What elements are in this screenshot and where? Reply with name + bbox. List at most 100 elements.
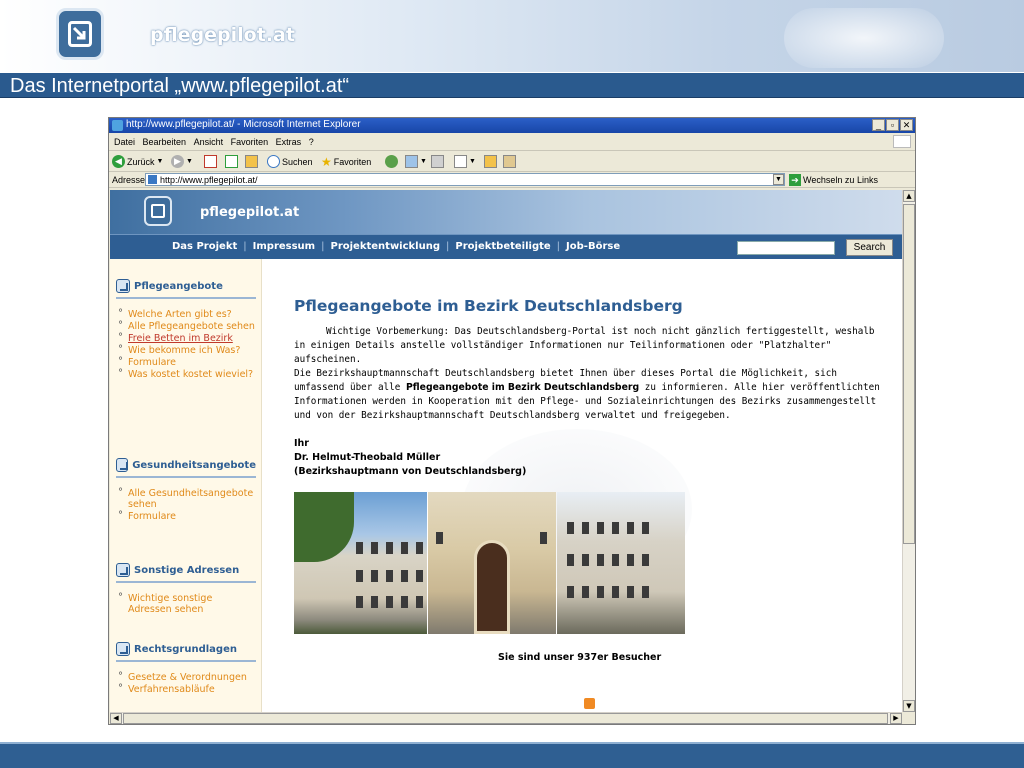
browser-window: http://www.pflegepilot.at/ - Microsoft I… [108,117,916,725]
site-header: pflegepilot.at [110,190,902,234]
window-titlebar[interactable]: http://www.pflegepilot.at/ - Microsoft I… [109,118,915,133]
site-nav: Das Projekt | Impressum | Projektentwick… [110,234,902,259]
menu-favoriten[interactable]: Favoriten [231,137,269,147]
minimize-button[interactable]: _ [872,119,885,131]
favorites-button[interactable]: ★ Favoriten [321,154,371,169]
nav-job-boerse[interactable]: Job-Börse [566,241,620,252]
history-icon [385,155,398,168]
search-button[interactable]: Suchen [267,154,313,169]
site-search-input[interactable] [737,241,835,255]
horizontal-scrollbar[interactable]: ◀ ▶ [110,712,902,724]
nav-impressum[interactable]: Impressum [253,241,315,252]
banner-brand: pflegepilot.at [150,24,295,46]
home-button[interactable] [245,154,258,169]
back-arrow-icon: ◀ [112,155,125,168]
messenger-button[interactable] [503,154,516,169]
scroll-up-icon[interactable]: ▲ [903,190,915,202]
site-search-button[interactable]: Search [846,239,893,256]
slide-titlebar: Das Internetportal „www.pflegepilot.at“ [0,72,1024,98]
links-button[interactable]: Links [857,175,878,185]
arrow-box-icon [116,458,129,472]
sidebar-section-gesundheitsangebote: Gesundheitsangebote Alle Gesundheitsange… [116,458,256,523]
sidebar-item[interactable]: Formulare [116,356,256,368]
back-button[interactable]: ◀ Zurück ▼ [112,154,163,169]
address-label: Adresse [112,175,146,185]
go-arrow-icon: ➔ [789,174,801,186]
print-button[interactable] [431,154,444,169]
sidebar-item[interactable]: Gesetze & Verordnungen [116,671,256,683]
forward-arrow-icon: ▶ [171,155,184,168]
scroll-down-icon[interactable]: ▼ [903,700,915,712]
scroll-left-icon[interactable]: ◀ [110,713,122,724]
sidebar-item-active[interactable]: Freie Betten im Bezirk [116,332,256,344]
door-shape [473,540,510,634]
page-title: Pflegeangebote im Bezirk Deutschlandsber… [294,297,683,315]
edit-button[interactable]: ▼ [454,154,476,169]
sidebar-item[interactable]: Alle Gesundheitsangebote sehen [116,487,256,510]
refresh-button[interactable] [225,154,238,169]
address-dropdown-icon[interactable]: ▼ [773,174,784,185]
scroll-thumb[interactable] [903,204,915,544]
menu-extras[interactable]: Extras [276,137,302,147]
h-scroll-thumb[interactable] [123,713,888,724]
windows-flag-icon [893,135,911,148]
menu-bearbeiten[interactable]: Bearbeiten [143,137,187,147]
building-photo [294,492,685,634]
sidebar-section-sonstige-adressen: Sonstige Adressen Wichtige sonstige Adre… [116,563,256,616]
info-bold-text: Pflegeangebote im Bezirk Deutschlandsber… [405,382,640,393]
rss-icon[interactable] [584,698,595,709]
intro-paragraph: Wichtige Vorbemerkung: Das Deutschlandsb… [294,326,875,365]
photo-panel-right [557,492,685,634]
history-button[interactable] [385,154,398,169]
mail-button[interactable]: ▼ [405,154,427,169]
sidebar-item[interactable]: Wie bekomme ich Was? [116,344,256,356]
visitor-counter: Sie sind unser 937er Besucher [498,652,662,663]
photo-panel-left [294,492,427,634]
sidebar-heading[interactable]: Sonstige Adressen [134,565,239,576]
site-logo-icon[interactable] [144,196,172,226]
sidebar: Pflegeangebote Welche Arten gibt es? All… [110,259,262,712]
slide-title: Das Internetportal „www.pflegepilot.at“ [10,75,350,97]
window-title: http://www.pflegepilot.at/ - Microsoft I… [126,119,361,130]
page-icon [148,175,157,184]
home-icon [245,155,258,168]
scroll-right-icon[interactable]: ▶ [890,713,902,724]
restore-button[interactable]: ▫ [886,119,899,131]
folder-button[interactable] [484,154,497,169]
sidebar-item[interactable]: Wichtige sonstige Adressen sehen [116,592,256,615]
document-icon [454,155,467,168]
sidebar-item[interactable]: Welche Arten gibt es? [116,308,256,320]
nav-projektbeteiligte[interactable]: Projektbeteiligte [455,241,550,252]
info-paragraph: Die Bezirkshauptmannschaft Deutschlandsb… [294,368,880,421]
go-button[interactable]: ➔ Wechseln zu [789,174,854,186]
nav-das-projekt[interactable]: Das Projekt [172,241,237,252]
slide-footer [0,742,1024,768]
main-content: Pflegeangebote im Bezirk Deutschlandsber… [262,259,902,712]
sidebar-item[interactable]: Verfahrensabläufe [116,683,256,695]
menu-help[interactable]: ? [309,137,314,147]
pflegepilot-logo-icon [56,8,104,60]
forward-button[interactable]: ▶ ▼ [171,154,193,169]
chevron-down-icon: ▼ [156,158,164,165]
sidebar-item[interactable]: Alle Pflegeangebote sehen [116,320,256,332]
nav-projektentwicklung[interactable]: Projektentwicklung [330,241,440,252]
banner-decoration [784,8,944,68]
folder-icon [484,155,497,168]
menu-ansicht[interactable]: Ansicht [194,137,224,147]
menubar: Datei Bearbeiten Ansicht Favoriten Extra… [109,133,915,151]
site-brand: pflegepilot.at [200,205,300,220]
messenger-icon [503,155,516,168]
sidebar-heading[interactable]: Pflegeangebote [134,281,223,292]
sidebar-item[interactable]: Was kostet kostet wieviel? [116,368,256,380]
stop-button[interactable] [204,154,217,169]
sidebar-heading[interactable]: Gesundheitsangebote [132,460,256,471]
arrow-box-icon [116,279,130,293]
address-input[interactable]: http://www.pflegepilot.at/ [145,173,785,186]
ie-icon [112,120,123,131]
sidebar-section-pflegeangebote: Pflegeangebote Welche Arten gibt es? All… [116,279,256,381]
close-button[interactable]: ✕ [900,119,913,131]
menu-datei[interactable]: Datei [114,137,135,147]
vertical-scrollbar[interactable]: ▲ ▼ [902,190,915,712]
sidebar-heading[interactable]: Rechtsgrundlagen [134,644,237,655]
sidebar-item[interactable]: Formulare [116,510,256,522]
